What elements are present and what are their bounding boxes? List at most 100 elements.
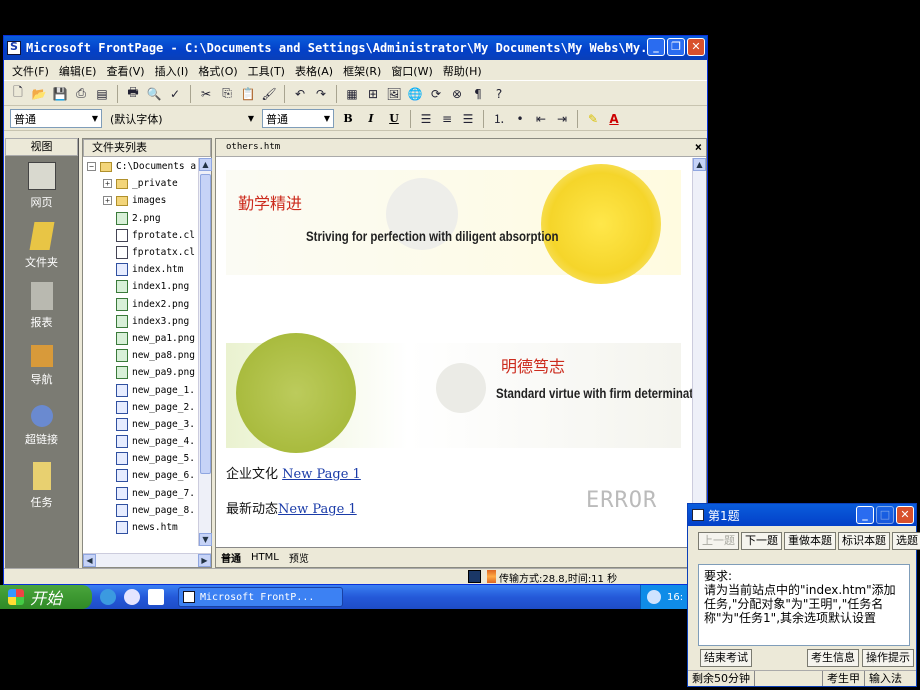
- view-navigation[interactable]: 导航: [5, 336, 78, 396]
- folder-list-item[interactable]: − C:\Documents a: [83, 158, 198, 175]
- close-page-icon[interactable]: ×: [695, 139, 702, 156]
- scroll-thumb[interactable]: [200, 174, 211, 474]
- numbered-list-icon[interactable]: ⒈: [491, 111, 507, 127]
- font-select[interactable]: (默认字体) ▼: [107, 109, 257, 128]
- folder-list-item[interactable]: new_page_4.: [83, 433, 198, 450]
- view-page[interactable]: 网页: [5, 156, 78, 216]
- folder-list-item[interactable]: new_pa8.png: [83, 347, 198, 364]
- collapse-icon[interactable]: −: [87, 162, 96, 172]
- banner-diligence[interactable]: 勤学精进 Striving for perfection with dilige…: [226, 164, 681, 284]
- print-icon[interactable]: 🖶: [125, 85, 141, 102]
- start-button[interactable]: 开始: [0, 585, 92, 609]
- scroll-up-icon[interactable]: ▲: [693, 158, 706, 171]
- ie-icon[interactable]: [100, 589, 116, 605]
- save-icon[interactable]: 💾: [52, 86, 68, 102]
- align-center-icon[interactable]: ≡: [439, 111, 455, 127]
- frontpage-app-icon[interactable]: [7, 40, 21, 55]
- folder-list-item[interactable]: index3.png: [83, 313, 198, 330]
- decrease-indent-icon[interactable]: ⇤: [533, 111, 549, 127]
- undo-icon[interactable]: ↶: [292, 86, 308, 102]
- font-color-icon[interactable]: A: [606, 111, 622, 127]
- exam-title-bar[interactable]: 第1题 _ □ ✕: [688, 504, 916, 526]
- folder-list-item[interactable]: 2.png: [83, 210, 198, 227]
- scroll-left-icon[interactable]: ◀: [83, 554, 96, 567]
- editor-tab[interactable]: others.htm ×: [216, 139, 706, 157]
- menu-help[interactable]: 帮助(H): [443, 63, 482, 79]
- insert-picture-icon[interactable]: 🖼: [386, 86, 402, 102]
- print-preview-icon[interactable]: 🔍: [146, 86, 162, 102]
- publish-icon[interactable]: ⎙: [73, 86, 89, 102]
- hyperlink-icon[interactable]: 🌐: [407, 86, 423, 102]
- document-area[interactable]: 勤学精进 Striving for perfection with dilige…: [216, 158, 692, 548]
- view-tasks[interactable]: 任务: [5, 456, 78, 516]
- scroll-right-icon[interactable]: ▶: [198, 554, 211, 567]
- insert-table-icon[interactable]: ⊞: [365, 86, 381, 102]
- menu-insert[interactable]: 插入(I): [155, 63, 189, 79]
- bullet-list-icon[interactable]: •: [512, 111, 528, 127]
- style-select[interactable]: 普通 ▼: [10, 109, 102, 128]
- scroll-up-icon[interactable]: ▲: [199, 158, 212, 171]
- menu-format[interactable]: 格式(O): [198, 63, 237, 79]
- stop-icon[interactable]: ⊗: [449, 86, 465, 102]
- menu-tools[interactable]: 工具(T): [248, 63, 285, 79]
- insert-component-icon[interactable]: ▦: [344, 86, 360, 102]
- minimize-button[interactable]: _: [856, 506, 874, 524]
- view-reports[interactable]: 报表: [5, 276, 78, 336]
- folder-vertical-scrollbar[interactable]: ▲ ▼: [198, 158, 212, 546]
- tab-normal[interactable]: 普通: [218, 550, 244, 565]
- folder-list-item[interactable]: new_page_1.: [83, 381, 198, 398]
- outlook-icon[interactable]: [124, 589, 140, 605]
- tab-preview[interactable]: 预览: [286, 550, 312, 565]
- folder-list-item[interactable]: new_page_2.: [83, 399, 198, 416]
- title-bar[interactable]: Microsoft FrontPage - C:\Documents and S…: [4, 36, 707, 60]
- open-icon[interactable]: 📂: [31, 86, 47, 102]
- menu-view[interactable]: 查看(V): [106, 63, 144, 79]
- help-icon[interactable]: ?: [491, 86, 507, 102]
- redo-icon[interactable]: ↷: [313, 86, 329, 102]
- folder-list-item[interactable]: index2.png: [83, 296, 198, 313]
- folder-list-item[interactable]: new_page_5.: [83, 450, 198, 467]
- menu-edit[interactable]: 编辑(E): [59, 63, 97, 79]
- next-question-button[interactable]: 下一题: [741, 532, 782, 550]
- close-button[interactable]: ✕: [687, 38, 705, 56]
- folder-list-item[interactable]: fprotatx.cl: [83, 244, 198, 261]
- spelling-icon[interactable]: ✓: [167, 86, 183, 102]
- cut-icon[interactable]: ✂: [198, 86, 214, 102]
- menu-frames[interactable]: 框架(R): [343, 63, 381, 79]
- redo-question-button[interactable]: 重做本题: [784, 532, 836, 550]
- size-select[interactable]: 普通 ▼: [262, 109, 334, 128]
- italic-button[interactable]: I: [362, 110, 380, 128]
- menu-file[interactable]: 文件(F): [12, 63, 49, 79]
- culture-link[interactable]: New Page 1: [282, 467, 361, 482]
- word-icon[interactable]: [148, 589, 164, 605]
- folder-list-item[interactable]: new_page_8.: [83, 502, 198, 519]
- paste-icon[interactable]: 📋: [240, 86, 256, 102]
- bold-button[interactable]: B: [339, 110, 357, 128]
- folder-list-item[interactable]: index1.png: [83, 278, 198, 295]
- banner-virtue[interactable]: 明德笃志 Standard virtue with firm determina…: [226, 333, 692, 453]
- minimize-button[interactable]: _: [647, 38, 665, 56]
- expand-icon[interactable]: +: [103, 179, 112, 189]
- folder-list-item[interactable]: new_pa1.png: [83, 330, 198, 347]
- folder-list-item[interactable]: new_page_7.: [83, 485, 198, 502]
- folder-list-item[interactable]: + images: [83, 192, 198, 209]
- increase-indent-icon[interactable]: ⇥: [554, 111, 570, 127]
- folder-list-item[interactable]: index.htm: [83, 261, 198, 278]
- select-question-button[interactable]: 选题: [892, 532, 920, 550]
- highlight-icon[interactable]: ✎: [585, 111, 601, 127]
- news-link[interactable]: New Page 1: [278, 502, 357, 517]
- copy-icon[interactable]: ⎘: [219, 86, 235, 102]
- taskbar-frontpage-button[interactable]: Microsoft FrontP...: [178, 587, 343, 607]
- view-folders[interactable]: 文件夹: [5, 216, 78, 276]
- folder-horizontal-scrollbar[interactable]: ◀ ▶: [83, 553, 211, 567]
- tab-html[interactable]: HTML: [248, 552, 282, 563]
- end-exam-button[interactable]: 结束考试: [700, 649, 752, 667]
- folder-list-item[interactable]: new_page_3.: [83, 416, 198, 433]
- folder-list-item[interactable]: news.htm: [83, 519, 198, 536]
- folder-list-icon[interactable]: ▤: [94, 86, 110, 102]
- hint-button[interactable]: 操作提示: [862, 649, 914, 667]
- align-right-icon[interactable]: ☰: [460, 111, 476, 127]
- align-left-icon[interactable]: ☰: [418, 111, 434, 127]
- tray-icon[interactable]: [647, 590, 661, 604]
- folder-list-item[interactable]: new_page_6.: [83, 467, 198, 484]
